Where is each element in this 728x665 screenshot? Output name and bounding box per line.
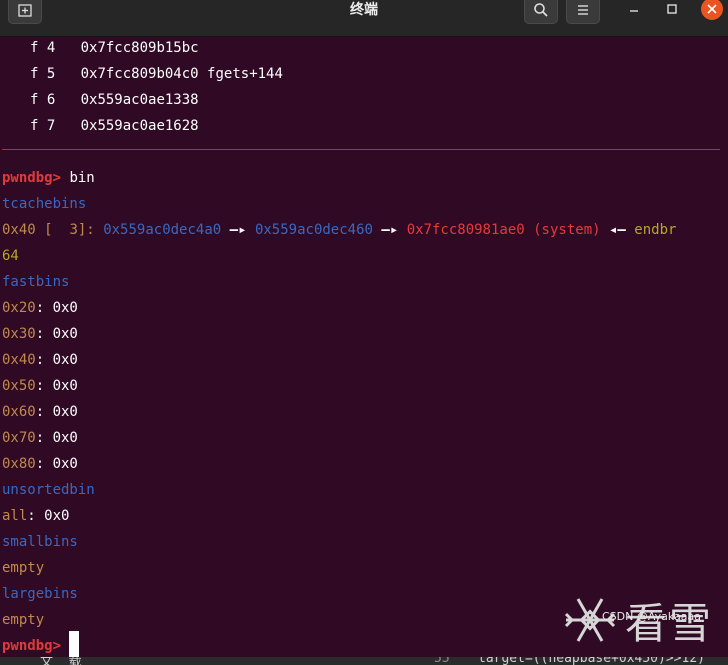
fastbin-size: 0x70 xyxy=(2,430,36,446)
tcache-chunk-system: 0x7fcc80981ae0 (system) xyxy=(406,222,601,238)
bottom-code-text: target=((heapbase+0x450)>>12) xyxy=(478,657,705,665)
tcache-chunk: 0x559ac0dec4a0 xyxy=(103,222,222,238)
tcache-chunk: 0x559ac0dec460 xyxy=(254,222,373,238)
unsortedbin-value: 0x0 xyxy=(44,508,70,524)
frame-label: f 6 xyxy=(30,92,56,108)
arrow-left-icon: ◂— xyxy=(609,222,626,238)
fastbin-size: 0x50 xyxy=(2,378,36,394)
tcache-entry: 0x40 [ 3]: 0x559ac0dec4a0 —▸ 0x559ac0dec… xyxy=(2,220,676,240)
command-text: bin xyxy=(69,170,95,186)
fastbin-row: 0x20: 0x0 xyxy=(2,300,78,316)
title-bar: 终端 xyxy=(0,0,728,37)
largebins-value: empty xyxy=(2,612,45,628)
arrow-right-icon: —▸ xyxy=(229,222,247,238)
fastbin-value: 0x0 xyxy=(52,352,78,368)
arrow-right-icon: —▸ xyxy=(381,222,399,238)
separator-line xyxy=(2,149,720,150)
fastbin-value: 0x0 xyxy=(52,404,78,420)
fastbin-value: 0x0 xyxy=(52,378,78,394)
frame-row: f 7 0x559ac0ae1628 xyxy=(30,116,199,136)
frame-address: 0x559ac0ae1628 xyxy=(80,118,199,134)
frame-address: 0x7fcc809b15bc xyxy=(80,40,199,56)
fastbin-size: 0x40 xyxy=(2,352,36,368)
fastbin-size: 0x30 xyxy=(2,326,36,342)
fastbin-value: 0x0 xyxy=(52,300,78,316)
prompt: pwndbg> xyxy=(2,638,62,654)
fastbin-row: 0x50: 0x0 xyxy=(2,378,78,394)
tcache-instruction-wrap: 64 xyxy=(2,248,19,264)
terminal-output[interactable]: f 4 0x7fcc809b15bc f 5 0x7fcc809b04c0 fg… xyxy=(0,36,728,665)
tcache-bracket: [ xyxy=(44,222,53,238)
watermark-credit: CSDN @Ayakaaaa xyxy=(602,610,702,623)
menu-button[interactable] xyxy=(566,0,600,24)
fastbin-row: 0x60: 0x0 xyxy=(2,404,78,420)
unsortedbin-header: unsortedbin xyxy=(2,482,95,498)
bottom-line-number: 55 xyxy=(434,657,450,665)
bottom-window-strip: 文 载 55 target=((heapbase+0x450)>>12) xyxy=(0,657,728,665)
fastbin-value: 0x0 xyxy=(52,456,78,472)
fastbin-row: 0x40: 0x0 xyxy=(2,352,78,368)
fastbin-row: 0x80: 0x0 xyxy=(2,456,78,472)
fastbin-row: 0x70: 0x0 xyxy=(2,430,78,446)
largebins-header: largebins xyxy=(2,586,78,602)
command-line: pwndbg> bin xyxy=(2,168,95,188)
search-button[interactable] xyxy=(524,0,558,24)
hamburger-menu-icon xyxy=(578,5,588,15)
frame-label: f 4 xyxy=(30,40,56,56)
frame-label: f 5 xyxy=(30,66,56,82)
frame-symbol: fgets+144 xyxy=(207,66,283,82)
tcachebins-header: tcachebins xyxy=(2,196,87,212)
fastbin-value: 0x0 xyxy=(52,326,78,342)
fastbin-size: 0x20 xyxy=(2,300,36,316)
fastbin-size: 0x60 xyxy=(2,404,36,420)
search-icon xyxy=(534,3,548,17)
tcache-count: 3]: xyxy=(69,222,95,238)
tcache-size: 0x40 xyxy=(2,222,36,238)
bottom-left-text: 文 载 xyxy=(40,657,82,665)
maximize-icon[interactable] xyxy=(664,2,680,18)
minimize-icon[interactable] xyxy=(626,2,642,18)
window-title: 终端 xyxy=(350,2,378,18)
fastbin-value: 0x0 xyxy=(52,430,78,446)
frame-row: f 4 0x7fcc809b15bc xyxy=(30,38,199,58)
frame-row: f 5 0x7fcc809b04c0 fgets+144 xyxy=(30,64,283,84)
tcache-instruction: endbr xyxy=(634,222,677,238)
frame-label: f 7 xyxy=(30,118,56,134)
close-icon xyxy=(707,4,717,14)
unsortedbin-label: all xyxy=(2,508,28,524)
prompt: pwndbg> xyxy=(2,170,62,186)
smallbins-value: empty xyxy=(2,560,45,576)
frame-address: 0x559ac0ae1338 xyxy=(80,92,199,108)
frame-address: 0x7fcc809b04c0 xyxy=(80,66,199,82)
fastbins-header: fastbins xyxy=(2,274,70,290)
text-cursor xyxy=(69,631,80,657)
prompt-line[interactable]: pwndbg> xyxy=(2,631,80,657)
smallbins-header: smallbins xyxy=(2,534,78,550)
fastbin-row: 0x30: 0x0 xyxy=(2,326,78,342)
unsortedbin-row: all: 0x0 xyxy=(2,508,70,524)
fastbin-size: 0x80 xyxy=(2,456,36,472)
frame-row: f 6 0x559ac0ae1338 xyxy=(30,90,199,110)
